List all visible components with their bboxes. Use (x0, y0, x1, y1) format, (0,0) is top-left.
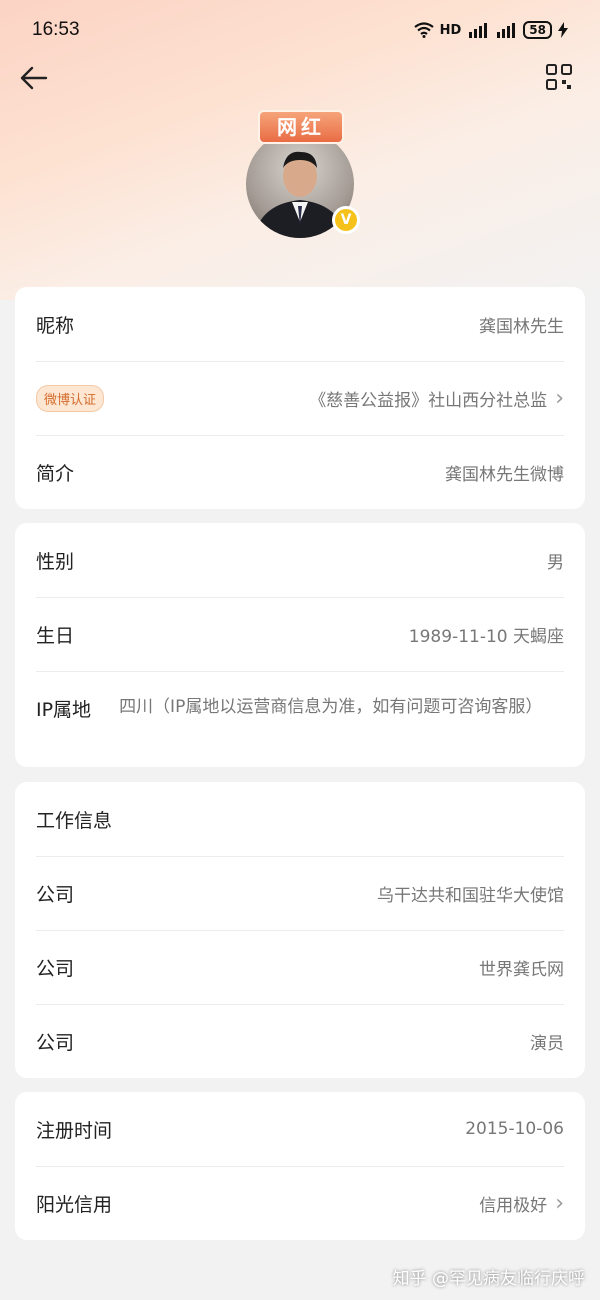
company-value: 演员 (530, 1033, 564, 1054)
signal-icon (469, 23, 488, 38)
company-label: 公司 (36, 883, 75, 906)
sunshine-credit-label: 阳光信用 (36, 1193, 113, 1216)
charging-icon (558, 22, 568, 38)
nickname-label: 昵称 (36, 314, 75, 337)
profile-basic-card: 昵称 龚国林先生 微博认证 《慈善公益报》社山西分社总监 › 简介 龚国林先生微… (15, 287, 585, 509)
chevron-right-icon: › (555, 1190, 564, 1216)
personal-info-card: 性别 男 生日 1989-11-10 天蝎座 IP属地 四川（IP属地以运营商信… (15, 523, 585, 767)
work-info-card: 工作信息 公司 乌干达共和国驻华大使馆 公司 世界龚氏网 公司 演员 (15, 782, 585, 1078)
verified-icon: V (332, 206, 360, 234)
birthday-label: 生日 (36, 624, 75, 647)
verification-value: 《慈善公益报》社山西分社总监 (309, 390, 548, 411)
profile-avatar-group[interactable]: 网红 V (246, 110, 360, 240)
status-bar: 16:53 HD 58 (0, 0, 600, 60)
intro-label: 简介 (36, 462, 75, 485)
register-time-row[interactable]: 注册时间 2015-10-06 (36, 1092, 564, 1166)
gender-row[interactable]: 性别 男 (36, 523, 564, 597)
influencer-badge: 网红 (258, 110, 344, 144)
wifi-icon (413, 22, 434, 38)
navigation-bar (0, 60, 600, 96)
back-arrow-icon[interactable] (18, 62, 50, 94)
company-label: 公司 (36, 1031, 75, 1054)
gender-value: 男 (547, 552, 564, 573)
company-row[interactable]: 公司 世界龚氏网 (36, 930, 564, 1004)
ip-location-row[interactable]: IP属地 四川（IP属地以运营商信息为准，如有问题可咨询客服） (36, 671, 564, 767)
work-info-header: 工作信息 (36, 782, 564, 856)
ip-location-label: IP属地 (36, 699, 92, 721)
company-value: 世界龚氏网 (479, 959, 564, 980)
status-icons: HD 58 (413, 21, 568, 39)
register-time-value: 2015-10-06 (465, 1119, 564, 1139)
signal-icon-2 (497, 23, 516, 38)
account-info-card: 注册时间 2015-10-06 阳光信用 信用极好 › (15, 1092, 585, 1240)
birthday-row[interactable]: 生日 1989-11-10 天蝎座 (36, 597, 564, 671)
sunshine-credit-row[interactable]: 阳光信用 信用极好 › (36, 1166, 564, 1240)
company-value: 乌干达共和国驻华大使馆 (377, 885, 564, 906)
verification-row[interactable]: 微博认证 《慈善公益报》社山西分社总监 › (36, 361, 564, 435)
sunshine-credit-value: 信用极好 (479, 1195, 548, 1216)
chevron-right-icon: › (555, 385, 564, 411)
work-info-title: 工作信息 (36, 809, 113, 832)
intro-value: 龚国林先生微博 (445, 464, 564, 485)
weibo-verify-badge: 微博认证 (36, 384, 105, 412)
nickname-value: 龚国林先生 (479, 316, 564, 337)
company-row[interactable]: 公司 演员 (36, 1004, 564, 1078)
register-time-label: 注册时间 (36, 1119, 113, 1142)
nickname-row[interactable]: 昵称 龚国林先生 (36, 287, 564, 361)
company-label: 公司 (36, 957, 75, 980)
qr-code-icon[interactable] (546, 64, 572, 90)
gender-label: 性别 (36, 550, 75, 573)
battery-indicator: 58 (523, 21, 552, 39)
watermark-text: 知乎 @罕见病友临行庆呼 (392, 1269, 585, 1289)
status-time: 16:53 (32, 19, 80, 40)
intro-row[interactable]: 简介 龚国林先生微博 (36, 435, 564, 509)
network-type-label: HD (439, 22, 462, 38)
ip-location-value: 四川（IP属地以运营商信息为准，如有问题可咨询客服） (119, 697, 543, 717)
birthday-value: 1989-11-10 天蝎座 (408, 626, 564, 647)
company-row[interactable]: 公司 乌干达共和国驻华大使馆 (36, 856, 564, 930)
